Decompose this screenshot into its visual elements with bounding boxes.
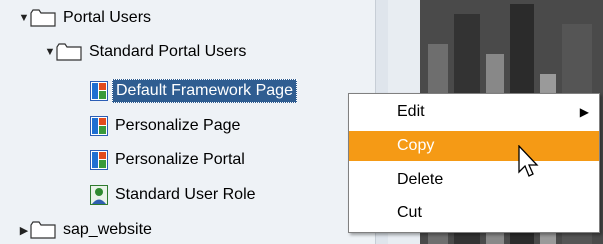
menu-item-label: Copy <box>397 137 435 154</box>
menu-item-cut[interactable]: Cut <box>349 198 599 228</box>
menu-item-delete[interactable]: Delete <box>349 165 599 195</box>
collapsed-arrow-icon[interactable]: ▶ <box>18 224 30 237</box>
menu-item-copy[interactable]: Copy <box>349 131 599 161</box>
tree-item-label: Standard User Role <box>115 186 256 203</box>
menu-item-label: Delete <box>397 171 444 188</box>
expanded-arrow-icon[interactable]: ▼ <box>18 12 30 24</box>
folder-icon <box>56 43 82 61</box>
page-icon <box>90 81 108 101</box>
context-menu: Edit ▶ Copy Delete Cut <box>348 93 600 233</box>
tree-item-label: Personalize Page <box>115 117 241 134</box>
tree-item-default-framework-page[interactable]: Default Framework Page <box>90 77 297 105</box>
tree-item-standard-user-role[interactable]: Standard User Role <box>90 181 259 209</box>
expanded-arrow-icon[interactable]: ▼ <box>44 46 56 58</box>
page-icon <box>90 116 108 136</box>
user-role-icon <box>90 185 108 205</box>
menu-item-label: Edit <box>397 103 425 120</box>
tree-item-standard-portal-users[interactable]: ▼ Standard Portal Users <box>44 38 249 66</box>
tree-item-label: Standard Portal Users <box>89 43 247 60</box>
tree-item-personalize-portal[interactable]: Personalize Portal <box>90 146 248 174</box>
submenu-arrow-icon: ▶ <box>579 105 589 119</box>
folder-icon <box>30 9 56 27</box>
menu-item-label: Cut <box>397 204 422 221</box>
tree-item-sap-website[interactable]: ▶ sap_website <box>18 216 155 244</box>
tree-item-label: Portal Users <box>63 9 152 26</box>
menu-item-edit[interactable]: Edit ▶ <box>349 97 599 127</box>
mouse-cursor-icon <box>518 145 539 177</box>
folder-icon <box>30 221 56 239</box>
tree-item-personalize-page[interactable]: Personalize Page <box>90 112 243 140</box>
tree-item-portal-users[interactable]: ▼ Portal Users <box>18 4 154 32</box>
page-icon <box>90 150 108 170</box>
portal-tree: ▼ Portal Users ▼ Standard Portal Users D… <box>0 0 375 244</box>
tree-item-label: Default Framework Page <box>112 79 297 103</box>
tree-item-label: sap_website <box>63 221 152 238</box>
tree-item-label: Personalize Portal <box>115 151 245 168</box>
